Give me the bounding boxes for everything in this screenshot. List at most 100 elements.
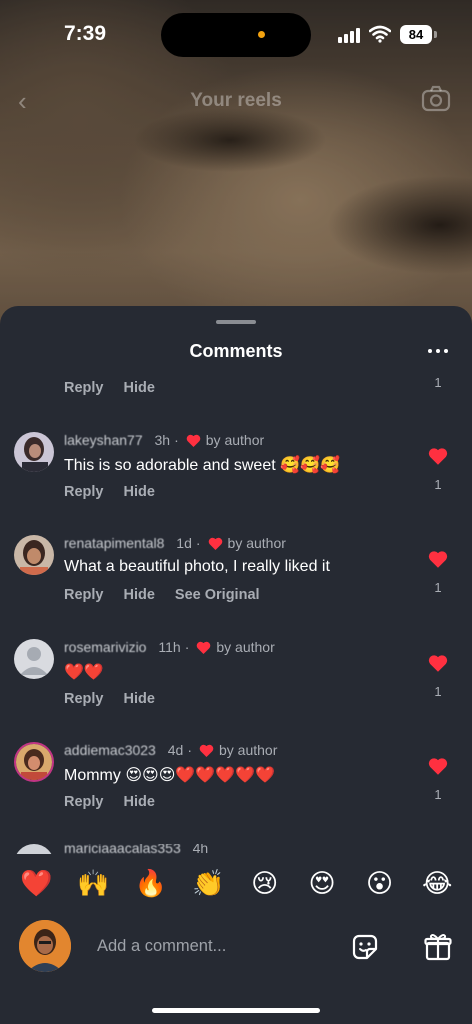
comment-username[interactable]: lakeyshan77 bbox=[64, 432, 143, 448]
reply-button[interactable]: Reply bbox=[64, 794, 104, 810]
dot-separator: · bbox=[187, 742, 192, 758]
comment-item-partial: mariciaaacalas353 4h bbox=[0, 844, 472, 854]
sticker-icon[interactable] bbox=[350, 932, 380, 962]
dot-separator: · bbox=[184, 639, 190, 655]
liked-by-author-label: by author bbox=[227, 535, 286, 551]
see-original-button[interactable]: See Original bbox=[175, 587, 260, 603]
comment-username[interactable]: addiemac3023 bbox=[64, 742, 156, 758]
comment-username[interactable]: rosemarivizio bbox=[64, 639, 146, 655]
battery-tip bbox=[434, 31, 437, 38]
comment-meta: renatapimental8 1d · by author bbox=[64, 535, 286, 551]
time-separator bbox=[160, 742, 164, 758]
emoji-crying-button[interactable]: 😢 bbox=[250, 868, 280, 899]
reply-button[interactable]: Reply bbox=[64, 587, 104, 603]
cellular-signal-icon bbox=[338, 27, 362, 43]
reply-button[interactable]: Reply bbox=[64, 380, 104, 396]
reel-header: ‹ Your reels bbox=[0, 78, 472, 122]
avatar[interactable] bbox=[14, 844, 54, 854]
emoji-reaction-bar: ❤️ 🙌 🔥 👏 😢 😍 😮 😂 bbox=[0, 854, 472, 912]
reply-button[interactable]: Reply bbox=[64, 484, 104, 500]
privacy-indicator-dot bbox=[258, 31, 265, 38]
avatar[interactable] bbox=[14, 432, 54, 472]
comment-time: 11h bbox=[158, 639, 181, 655]
gift-icon[interactable] bbox=[424, 932, 452, 962]
sheet-drag-handle[interactable] bbox=[216, 320, 256, 324]
comment-actions: Reply Hide bbox=[64, 691, 155, 707]
like-count: 1 bbox=[434, 580, 442, 595]
dot-separator: · bbox=[195, 535, 201, 551]
page-title: Your reels bbox=[190, 90, 282, 111]
comment-meta: rosemarivizio 11h · by author bbox=[64, 639, 275, 655]
current-user-avatar bbox=[19, 920, 71, 972]
like-count: 1 bbox=[434, 477, 442, 492]
author-heart-icon bbox=[208, 537, 222, 550]
hide-button[interactable]: Hide bbox=[124, 484, 155, 500]
avatar[interactable] bbox=[14, 639, 54, 679]
hide-button[interactable]: Hide bbox=[124, 587, 155, 603]
comment-item: lakeyshan77 3h · by author This is so ad… bbox=[0, 432, 472, 527]
comments-sheet: Comments Reply Hide 1 lakeyshan77 3h · b… bbox=[0, 306, 472, 1024]
avatar[interactable] bbox=[14, 535, 54, 575]
reply-button[interactable]: Reply bbox=[64, 691, 104, 707]
heart-icon[interactable] bbox=[428, 654, 448, 672]
comment-text: What a beautiful photo, I really liked i… bbox=[64, 558, 330, 575]
comments-list[interactable]: Reply Hide 1 lakeyshan77 3h · by author … bbox=[0, 368, 472, 848]
comment-time: 4d bbox=[167, 742, 184, 758]
comment-meta: lakeyshan77 3h · by author bbox=[64, 432, 264, 448]
battery-level: 84 bbox=[400, 25, 432, 44]
emoji-heart-eyes-button[interactable]: 😍 bbox=[307, 868, 337, 899]
emoji-laughing-button[interactable]: 😂 bbox=[422, 868, 452, 899]
emoji-surprised-button[interactable]: 😮 bbox=[365, 868, 395, 899]
time-separator bbox=[168, 535, 172, 551]
author-heart-icon bbox=[186, 434, 201, 447]
comment-time: 4h bbox=[192, 844, 209, 854]
sheet-title: Comments bbox=[189, 341, 283, 361]
heart-icon[interactable] bbox=[428, 550, 448, 568]
comment-item: addiemac3023 4d · by author Mommy 😍😍😍❤️❤… bbox=[0, 742, 472, 837]
comment-text: ❤️❤️ bbox=[64, 664, 104, 681]
comment-input[interactable] bbox=[97, 934, 337, 958]
liked-by-author-label: by author bbox=[205, 432, 265, 448]
time-separator bbox=[150, 639, 154, 655]
status-bar: 7:39 84 bbox=[0, 0, 472, 70]
dynamic-island bbox=[161, 13, 311, 57]
wifi-icon bbox=[369, 25, 391, 43]
heart-icon[interactable] bbox=[428, 447, 448, 465]
comment-meta: mariciaaacalas353 4h bbox=[64, 844, 208, 854]
emoji-heart-button[interactable]: ❤️ bbox=[20, 868, 52, 899]
hide-button[interactable]: Hide bbox=[124, 691, 155, 707]
emoji-clap-button[interactable]: 👏 bbox=[192, 868, 224, 899]
comment-item: rosemarivizio 11h · by author ❤️❤️ Reply… bbox=[0, 639, 472, 734]
comment-username[interactable]: renatapimental8 bbox=[64, 535, 164, 551]
comment-time: 1d bbox=[176, 535, 192, 551]
dot-separator: · bbox=[174, 432, 179, 448]
comment-time: 3h bbox=[154, 432, 171, 448]
camera-icon[interactable] bbox=[421, 85, 451, 113]
more-horizontal-icon[interactable] bbox=[426, 341, 450, 361]
home-indicator[interactable] bbox=[152, 1008, 320, 1013]
avatar-with-story-ring[interactable] bbox=[14, 742, 54, 782]
comment-text: Mommy 😍😍😍❤️❤️❤️❤️❤️ bbox=[64, 767, 275, 784]
comment-actions: Reply Hide bbox=[64, 484, 155, 500]
comment-actions: Reply Hide bbox=[64, 794, 155, 810]
liked-by-author-label: by author bbox=[219, 742, 278, 758]
author-heart-icon bbox=[197, 641, 211, 654]
comment-text: This is so adorable and sweet 🥰🥰🥰 bbox=[64, 457, 340, 474]
comment-actions: Reply Hide bbox=[64, 380, 155, 396]
time-separator bbox=[185, 844, 189, 854]
comment-username[interactable]: mariciaaacalas353 bbox=[64, 844, 181, 854]
hide-button[interactable]: Hide bbox=[124, 794, 155, 810]
comment-meta: addiemac3023 4d · by author bbox=[64, 742, 277, 758]
like-count: 1 bbox=[434, 787, 442, 802]
author-heart-icon bbox=[199, 744, 214, 757]
emoji-fire-button[interactable]: 🔥 bbox=[135, 868, 167, 899]
time-separator bbox=[147, 432, 151, 448]
like-count: 1 bbox=[434, 375, 442, 390]
heart-icon[interactable] bbox=[428, 757, 448, 775]
emoji-raised-hands-button[interactable]: 🙌 bbox=[77, 868, 109, 899]
hide-button[interactable]: Hide bbox=[124, 380, 155, 396]
comment-actions: Reply Hide See Original bbox=[64, 587, 260, 603]
status-time: 7:39 bbox=[64, 22, 107, 45]
comment-item: renatapimental8 1d · by author What a be… bbox=[0, 535, 472, 630]
like-count: 1 bbox=[434, 684, 442, 699]
